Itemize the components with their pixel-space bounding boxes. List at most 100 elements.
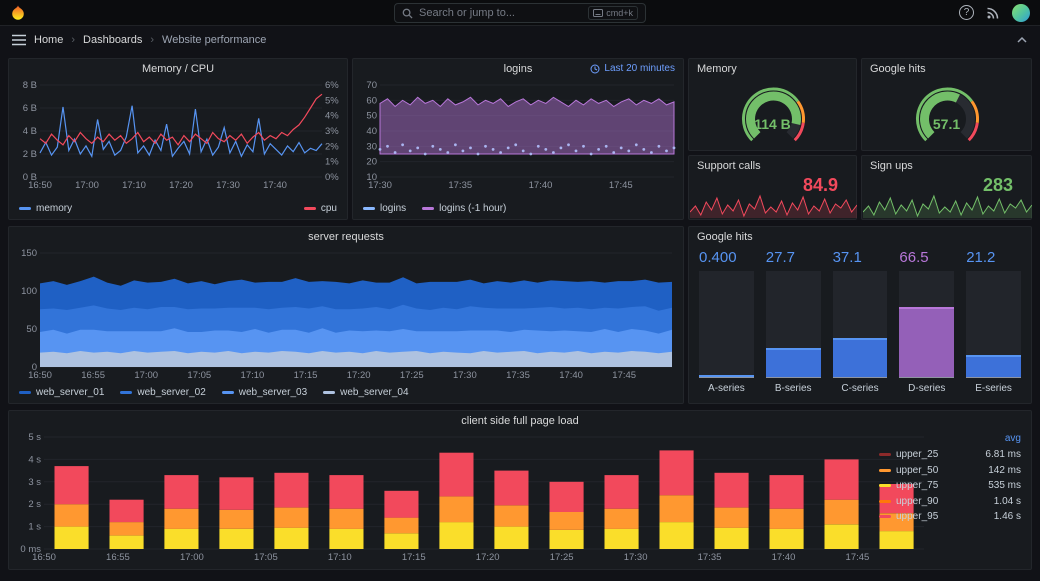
panel-title-memory[interactable]: Memory	[689, 59, 856, 79]
help-icon[interactable]: ?	[959, 5, 974, 20]
grafana-logo-icon[interactable]	[10, 5, 26, 21]
bar-gauge-fill	[832, 337, 888, 377]
svg-text:16:50: 16:50	[32, 552, 56, 563]
legend-item[interactable]: upper_95 1.46 s	[879, 509, 1021, 525]
panel-title-memory-cpu[interactable]: Memory / CPU	[9, 59, 347, 79]
bar-gauge-column: 37.1 C-series	[832, 249, 888, 395]
bar-gauge-label: D-series	[908, 383, 946, 394]
support-calls-sparkline	[690, 194, 857, 218]
server-requests-chart[interactable]: 15010050016:50 16:55 17:00 17:05 17:10 17:15 1…	[10, 247, 684, 381]
svg-text:1 s: 1 s	[28, 522, 41, 533]
svg-text:2%: 2%	[325, 141, 339, 152]
sign-ups-sparkline	[863, 194, 1032, 218]
bar-gauge-value: 0.400	[699, 249, 737, 266]
panel-logins: logins Last 20 minutes 70 60 50 40 30 20 10 17:…	[352, 58, 684, 220]
panel-title-google-hits-bars[interactable]: Google hits	[689, 227, 1031, 247]
google-hits-bar-gauge: 0.400 A-series 27.7 B-series 37.1 C-series 66.…	[699, 249, 1021, 395]
logins-chart[interactable]: 7060504030201017:30 17:35 17:40 17:45	[354, 79, 684, 191]
svg-text:17:25: 17:25	[550, 552, 574, 563]
svg-text:17:30: 17:30	[624, 552, 648, 563]
legend-item[interactable]: web_server_02	[120, 387, 206, 398]
legend-item[interactable]: memory	[19, 203, 72, 214]
panel-server-requests: server requests 150 100 50 0 16:50 16:55 17:00…	[8, 226, 684, 404]
panel-title-page-load[interactable]: client side full page load	[9, 411, 1031, 431]
bar-gauge-bar	[966, 271, 1021, 377]
memory-gauge	[741, 87, 805, 142]
svg-text:17:00: 17:00	[180, 552, 204, 563]
legend-item[interactable]: upper_75 535 ms	[879, 478, 1021, 494]
bar-gauge-value: 27.7	[765, 249, 795, 266]
legend-item[interactable]: web_server_03	[221, 387, 307, 398]
svg-text:17:15: 17:15	[402, 552, 426, 563]
panel-title-google-hits[interactable]: Google hits	[862, 59, 1031, 79]
svg-text:17:40: 17:40	[559, 370, 583, 381]
bar-gauge-column: 0.400 A-series	[699, 249, 754, 395]
breadcrumb-home[interactable]: Home	[34, 34, 63, 46]
panel-title-sign-ups[interactable]: Sign ups	[862, 156, 1031, 176]
legend-item[interactable]: logins (-1 hour)	[422, 203, 506, 214]
breadcrumb-dashboards[interactable]: Dashboards	[83, 34, 142, 46]
svg-text:100: 100	[21, 286, 37, 297]
bar-gauge-bar	[699, 271, 754, 377]
memory-gauge-value: 114 B	[754, 116, 791, 132]
legend-item[interactable]: upper_90 1.04 s	[879, 494, 1021, 510]
search-icon	[402, 8, 413, 19]
panel-google-hits-gauge: Google hits 57.1	[861, 58, 1032, 151]
svg-text:17:35: 17:35	[698, 552, 722, 563]
legend-item[interactable]: cpu	[303, 203, 337, 214]
google-hits-gauge-value: 57.1	[932, 116, 961, 132]
legend-item[interactable]: upper_25 6.81 ms	[879, 447, 1021, 463]
page-load-chart[interactable]: 5 s4 s3 s2 s1 s0 ms16:50 16:55 17:00 17:05 1…	[10, 431, 930, 563]
server-requests-legend: web_server_01 web_server_02 web_server_03 w…	[19, 387, 673, 398]
svg-text:17:40: 17:40	[529, 180, 553, 191]
svg-text:17:40: 17:40	[772, 552, 796, 563]
svg-text:17:10: 17:10	[122, 180, 146, 191]
legend-header-avg[interactable]: avg	[879, 433, 1021, 447]
breadcrumb-separator: ›	[71, 34, 76, 46]
svg-text:16:50: 16:50	[28, 370, 52, 381]
chevron-up-icon[interactable]	[1016, 36, 1028, 44]
bar-gauge-label: C-series	[841, 383, 879, 394]
legend-item[interactable]: web_server_01	[19, 387, 104, 398]
page-load-legend: avg upper_25 6.81 ms upper_50 142 ms upper_75…	[879, 433, 1021, 525]
time-range-label[interactable]: Last 20 minutes	[590, 63, 675, 74]
bar-gauge-column: 66.5 D-series	[899, 249, 955, 395]
panel-title-support-calls[interactable]: Support calls	[689, 156, 856, 176]
legend-item[interactable]: logins	[363, 203, 406, 214]
clock-icon	[590, 64, 600, 73]
svg-text:3 s: 3 s	[28, 477, 41, 488]
legend-item[interactable]: web_server_04	[323, 387, 409, 398]
panel-sign-ups: Sign ups 283	[861, 155, 1032, 220]
svg-text:5%: 5%	[325, 95, 339, 106]
svg-text:6%: 6%	[325, 80, 339, 91]
svg-text:17:45: 17:45	[609, 180, 633, 191]
panel-memory-cpu: Memory / CPU 8 B6 B4 B2 B0 B 6% 5% 4% 3% 2% 1%…	[8, 58, 348, 220]
svg-text:50: 50	[366, 111, 377, 122]
breadcrumb-bar: Home › Dashboards › Website performance	[0, 26, 1040, 54]
nav-right-icons: ?	[959, 3, 1030, 22]
bar-gauge-fill	[765, 347, 821, 377]
svg-text:17:35: 17:35	[506, 370, 530, 381]
keyboard-icon	[593, 9, 604, 17]
news-rss-icon[interactable]	[986, 6, 1000, 20]
panel-title-server-requests[interactable]: server requests	[9, 227, 683, 247]
bar-gauge-bar	[765, 271, 821, 377]
search-input[interactable]: Search or jump to... cmd+k	[394, 3, 646, 23]
svg-text:17:20: 17:20	[347, 370, 371, 381]
svg-text:17:30: 17:30	[216, 180, 240, 191]
svg-text:4 B: 4 B	[23, 126, 37, 137]
user-avatar[interactable]	[1012, 3, 1030, 22]
svg-text:17:15: 17:15	[294, 370, 318, 381]
svg-text:16:50: 16:50	[28, 180, 52, 191]
bar-gauge-value: 37.1	[832, 249, 862, 266]
legend-item[interactable]: upper_50 142 ms	[879, 463, 1021, 479]
memory-cpu-chart[interactable]: 8 B6 B4 B2 B0 B6%5%4%3%2%1%0%16:50 17:00 1…	[10, 79, 348, 191]
svg-text:4%: 4%	[325, 111, 339, 122]
bar-gauge-fill	[699, 375, 754, 377]
breadcrumb-separator: ›	[150, 34, 155, 46]
svg-text:1%: 1%	[325, 157, 339, 168]
bar-gauge-bar	[899, 271, 955, 377]
bar-gauge-value: 21.2	[966, 249, 996, 266]
svg-text:4 s: 4 s	[28, 454, 41, 465]
menu-icon[interactable]	[12, 34, 26, 46]
